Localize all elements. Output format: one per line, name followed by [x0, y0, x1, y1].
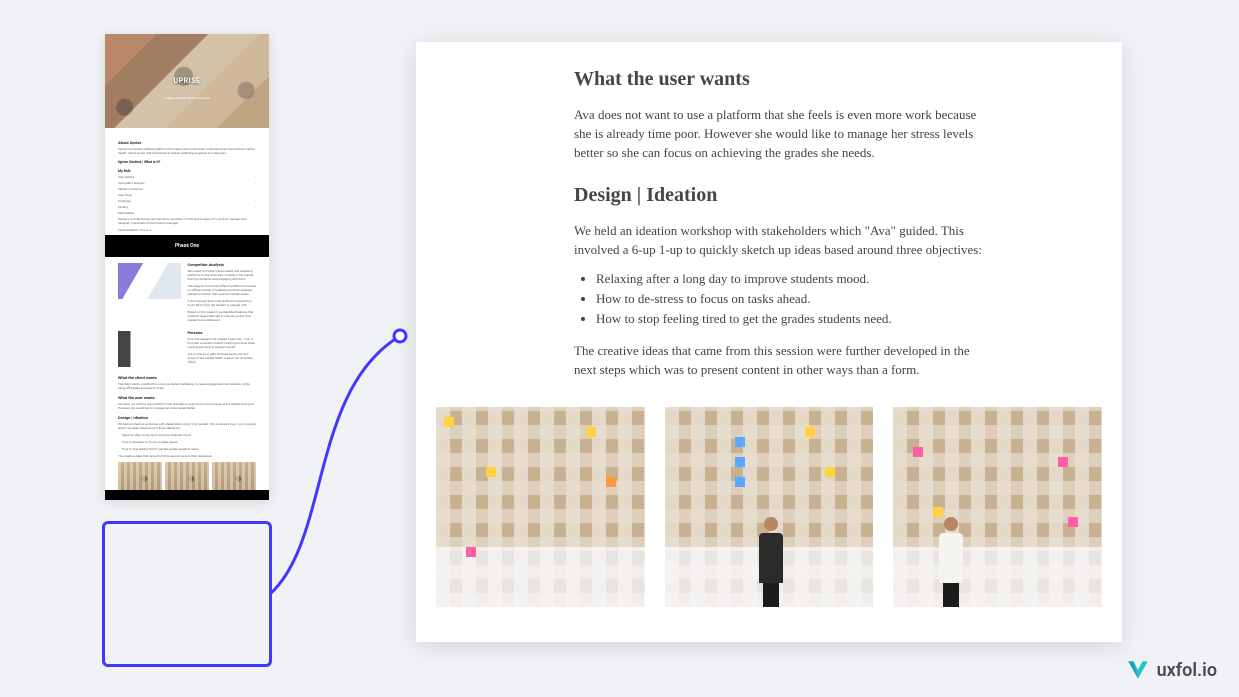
- ideation-bullet: How to de-stress to focus on tasks ahead…: [122, 440, 256, 444]
- persona-para: Ava is time poor, gets stressed easily a…: [187, 352, 256, 364]
- mini-body: About Uprise Uprise is a mental wellbein…: [105, 128, 269, 500]
- competitor-heading: Competitor Analysis: [187, 263, 256, 267]
- phase-banner: Phase One: [105, 235, 269, 257]
- ideation-photo-row: [436, 407, 1102, 607]
- detail-bullet: Relaxing after a long day to improve stu…: [596, 269, 994, 289]
- user-wants-heading: What the user wants: [118, 395, 256, 400]
- role-item: User testing-: [118, 175, 256, 179]
- ideation-photo: [893, 407, 1102, 607]
- role-label: User testing: [118, 175, 134, 179]
- subheading: Uprise Student | What is it?: [118, 160, 256, 164]
- zoom-highlight-box: [102, 521, 272, 667]
- detail-paragraph: We held an ideation workshop with stakeh…: [574, 221, 994, 259]
- persona-text: Persona From the research we created a p…: [187, 331, 256, 367]
- uxfolio-watermark: uxfol.io: [1125, 657, 1217, 683]
- ideation-photo: [665, 407, 874, 607]
- hero-title: UPRISE: [174, 77, 201, 85]
- hero-subtitle: Helping students all over the world: [105, 96, 269, 100]
- zoom-connector: [270, 330, 420, 600]
- user-wants-para: Ava does not want to use a platform that…: [118, 402, 256, 410]
- role-label: Testing: [118, 205, 128, 209]
- person-figure: [935, 517, 967, 607]
- role-item: Competitor analysis-: [118, 181, 256, 185]
- client-heading: What the client wants: [118, 375, 256, 380]
- uxfolio-logo-icon: [1125, 657, 1151, 683]
- person-figure: [755, 517, 787, 607]
- detail-paragraph: The creative ideas that came from this s…: [574, 341, 994, 379]
- role-heading: My Role: [118, 169, 256, 173]
- watermark-text: uxfol.io: [1157, 660, 1217, 681]
- persona-heading: Persona: [187, 331, 256, 335]
- ideation-para: We held an ideation workshop with stakeh…: [118, 422, 256, 430]
- role-item: Ideation workshop-: [118, 187, 256, 191]
- footer-strip: [105, 490, 269, 500]
- client-para: The client wants a platform to improve s…: [118, 382, 256, 390]
- detail-paragraph: Ava does not want to use a platform that…: [574, 105, 994, 162]
- ideation-heading: Design | Ideation: [118, 415, 256, 420]
- about-heading: About Uprise: [118, 140, 256, 145]
- role-item: User flows-: [118, 193, 256, 197]
- role-label: Ideation workshop: [118, 187, 143, 191]
- detail-heading-ideation: Design | Ideation: [574, 184, 994, 207]
- role-item: Prototype-: [118, 199, 256, 203]
- role-label: Competitor analysis: [118, 181, 145, 185]
- competitor-para: The analysis found that different platfo…: [187, 284, 256, 296]
- about-para: Client Situation: This is a…: [118, 228, 256, 232]
- competitor-para: We looked at similar mental health and w…: [187, 269, 256, 281]
- persona-row: Persona From the research we created a p…: [118, 331, 256, 367]
- persona-thumb: [118, 331, 181, 367]
- role-label: User flows: [118, 193, 132, 197]
- detail-bullet: How to stop feeling tired to get the gra…: [596, 309, 994, 329]
- competitor-thumb: [118, 263, 181, 299]
- competitor-para: Based on this research we identified fea…: [187, 310, 256, 322]
- role-item: Deliverables-: [118, 211, 256, 215]
- ideation-thumbs: [118, 462, 256, 490]
- ideation-bullet: Relaxing after a long day to improve stu…: [122, 433, 256, 437]
- detail-bullet-list: Relaxing after a long day to improve stu…: [596, 269, 994, 329]
- ideation-thumb: [165, 462, 209, 490]
- hero-section: UPRISE Helping students all over the wor…: [105, 34, 269, 128]
- ideation-para: The creative ideas that came from this s…: [118, 454, 256, 458]
- about-para: Uprise is a small startup and the team c…: [118, 217, 256, 225]
- role-label: Prototype: [118, 199, 131, 203]
- ideation-thumb: [118, 462, 162, 490]
- about-para: Uprise is a mental wellbeing platform th…: [118, 147, 256, 155]
- detail-bullet: How to de-stress to focus on tasks ahead…: [596, 289, 994, 309]
- persona-para: From the research we created a persona –…: [187, 337, 256, 349]
- role-label: Deliverables: [118, 211, 134, 215]
- ideation-photo: [436, 407, 645, 607]
- competitor-row: Competitor Analysis We looked at similar…: [118, 263, 256, 325]
- ideation-thumb: [212, 462, 256, 490]
- ideation-bullet: How to stop feeling tired to get the gra…: [122, 447, 256, 451]
- competitor-text: Competitor Analysis We looked at similar…: [187, 263, 256, 325]
- detail-heading-user-wants: What the user wants: [574, 68, 994, 91]
- zoom-detail-panel: What the user wants Ava does not want to…: [416, 42, 1122, 642]
- case-study-thumbnail: UPRISE Helping students all over the wor…: [105, 34, 269, 500]
- competitor-para: It also showed that some platforms requi…: [187, 299, 256, 307]
- role-item: Testing-: [118, 205, 256, 209]
